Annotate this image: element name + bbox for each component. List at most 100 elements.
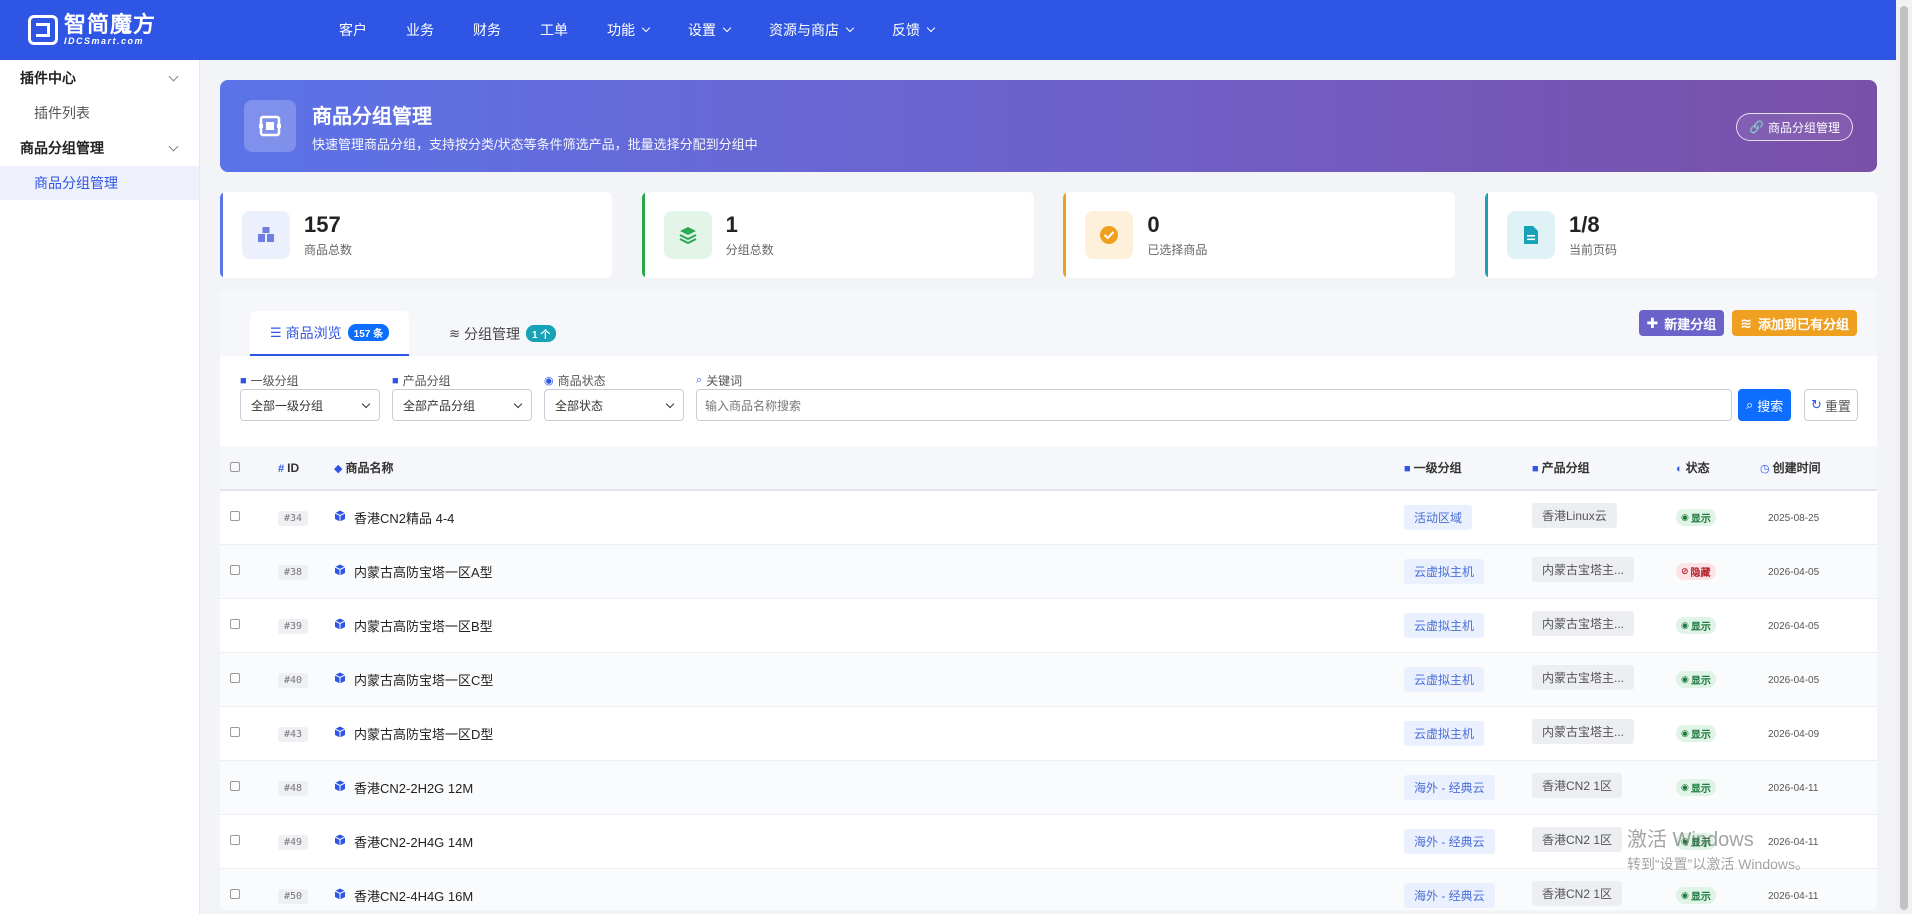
page-header-banner: 商品分组管理 快速管理商品分组，支持按分类/状态等条件筛选产品，批量选择分配到分…	[220, 80, 1877, 172]
table-row[interactable]: #34 香港CN2精品 4-4 活动区域 香港Linux云 ◉ 显示 2025-08-25	[220, 490, 1877, 544]
product-id: #43	[278, 727, 309, 742]
row-checkbox[interactable]	[230, 835, 240, 845]
page-scrollbar[interactable]	[1896, 0, 1912, 914]
sidebar-group-product-groups[interactable]: 商品分组管理	[0, 130, 199, 166]
keyword-search-input[interactable]: 输入商品名称搜索	[696, 389, 1732, 421]
sidebar-item-plugin-list[interactable]: 插件列表	[0, 96, 199, 130]
table-row[interactable]: #48 香港CN2-2H2G 12M 海外 - 经典云 香港CN2 1区 ◉ 显示 2026…	[220, 760, 1877, 814]
table-row[interactable]: #43 内蒙古高防宝塔一区D型 云虚拟主机 内蒙古宝塔主... ◉ 显示 2026-04-0…	[220, 706, 1877, 760]
product-group-tag: 香港CN2 1区	[1532, 827, 1623, 852]
product-group-tag: 内蒙古宝塔主...	[1532, 719, 1635, 744]
stat-card-total-products: 157 商品总数	[220, 192, 612, 278]
table-row[interactable]: #50 香港CN2-4H4G 16M 海外 - 经典云 香港CN2 1区 ◉ 显示 2026…	[220, 868, 1877, 910]
table-row[interactable]: #38 内蒙古高防宝塔一区A型 云虚拟主机 内蒙古宝塔主... ⊘ 隐藏 2026-04-0…	[220, 544, 1877, 598]
status-badge: ◉ 显示	[1676, 724, 1716, 742]
layers-icon: ≋	[1740, 314, 1752, 331]
brand-logo[interactable]: 智简魔方 IDCSmart.com	[28, 13, 328, 47]
cube-icon	[334, 672, 346, 687]
level1-group-tag: 云虚拟主机	[1404, 612, 1485, 638]
col-level1-header[interactable]: ■ 一级分组	[1404, 446, 1532, 490]
tab-browse-products[interactable]: ☰ 商品浏览 157 条	[250, 311, 410, 356]
status-badge: ⊘ 隐藏	[1676, 562, 1716, 580]
check-circle-icon	[1085, 211, 1134, 259]
scrollbar-thumb[interactable]	[1900, 6, 1908, 910]
folder-icon: ■	[1532, 463, 1539, 475]
nav-resources-store[interactable]: 资源与商店	[758, 20, 864, 40]
eye-icon: ◉	[1681, 781, 1689, 792]
filter-label-keyword: ⌕ 关键词	[696, 374, 743, 388]
status-badge: ◉ 显示	[1676, 886, 1716, 904]
row-checkbox[interactable]	[230, 781, 240, 791]
select-all-checkbox[interactable]	[230, 461, 240, 472]
status-badge: ◉ 显示	[1676, 616, 1716, 634]
product-id: #39	[278, 619, 309, 634]
top-navbar: 智简魔方 IDCSmart.com 客户 业务 财务 工单 功能 设置 资源与商…	[0, 0, 1896, 60]
stats-row: 157 商品总数 1 分组总数 0 已选择商品 1/8 当前页码	[220, 192, 1877, 278]
col-status-header[interactable]: ◐ 状态	[1676, 446, 1760, 490]
filter-label-product-group: ■ 产品分组	[392, 374, 451, 388]
product-name: 内蒙古高防宝塔一区A型	[354, 564, 493, 580]
level1-group-tag: 海外 - 经典云	[1404, 882, 1495, 908]
tab-group-management[interactable]: ≋ 分组管理 1 个	[429, 311, 576, 356]
panel-actions: ✚ 新建分组 ≋ 添加到已有分组	[1638, 310, 1857, 336]
nav-customers[interactable]: 客户	[328, 20, 378, 40]
col-name-header[interactable]: ◆ 商品名称	[334, 446, 1404, 490]
page-title: 商品分组管理	[312, 105, 432, 128]
nav-features[interactable]: 功能	[596, 20, 660, 40]
level1-group-select[interactable]: 全部一级分组	[240, 389, 380, 421]
sidebar-group-plugin-center[interactable]: 插件中心	[0, 60, 199, 96]
chevron-down-icon	[722, 23, 732, 33]
created-date: 2026-04-11	[1768, 891, 1819, 902]
stat-label: 已选择商品	[1147, 242, 1208, 257]
brand-domain: IDCSmart.com	[64, 35, 145, 46]
eye-icon: ◉	[544, 375, 554, 387]
add-to-group-button[interactable]: ≋ 添加到已有分组	[1732, 310, 1857, 336]
row-checkbox[interactable]	[230, 673, 240, 683]
product-name: 内蒙古高防宝塔一区B型	[354, 618, 493, 634]
status-badge: ◉ 显示	[1676, 778, 1716, 796]
stat-card-total-groups: 1 分组总数	[641, 192, 1034, 278]
chevron-down-icon	[845, 23, 855, 33]
level1-group-tag: 海外 - 经典云	[1404, 828, 1495, 854]
nav-business[interactable]: 业务	[395, 20, 445, 40]
created-date: 2026-04-05	[1768, 675, 1820, 686]
nav-feedback[interactable]: 反馈	[881, 20, 945, 40]
nav-tickets[interactable]: 工单	[529, 20, 579, 40]
layers-icon	[663, 211, 712, 259]
nav-settings[interactable]: 设置	[677, 20, 741, 40]
row-checkbox[interactable]	[230, 889, 240, 899]
status-select[interactable]: 全部状态	[544, 389, 684, 421]
product-name: 香港CN2精品 4-4	[354, 510, 455, 526]
cube-icon	[334, 888, 346, 903]
eye-icon: ◉	[1681, 889, 1689, 900]
table-row[interactable]: #40 内蒙古高防宝塔一区C型 云虚拟主机 内蒙古宝塔主... ◉ 显示 2026-04-0…	[220, 652, 1877, 706]
col-group-header[interactable]: ■ 产品分组	[1532, 446, 1676, 490]
row-checkbox[interactable]	[230, 727, 240, 737]
cube-icon	[334, 564, 346, 579]
eye-icon: ◉	[1681, 727, 1689, 738]
product-id: #48	[278, 781, 309, 796]
table-row[interactable]: #39 内蒙古高防宝塔一区B型 云虚拟主机 内蒙古宝塔主... ◉ 显示 2026-04-0…	[220, 598, 1877, 652]
eye-icon: ◉	[1681, 511, 1689, 522]
col-id-header[interactable]: # ID	[278, 446, 334, 490]
chevron-down-icon	[641, 23, 651, 33]
sidebar-item-product-group-management[interactable]: 商品分组管理	[0, 166, 199, 200]
boxes-icon	[242, 211, 290, 259]
nav-finance[interactable]: 财务	[462, 20, 512, 40]
stat-label: 分组总数	[725, 242, 774, 257]
product-group-tag: 香港CN2 1区	[1532, 773, 1623, 798]
group-management-link-button[interactable]: 🔗 商品分组管理	[1736, 113, 1853, 141]
row-checkbox[interactable]	[230, 565, 240, 575]
search-button[interactable]: ⌕ 搜索	[1738, 389, 1792, 421]
row-checkbox[interactable]	[230, 511, 240, 522]
row-checkbox[interactable]	[230, 619, 240, 629]
reset-button[interactable]: ↻ 重置	[1804, 389, 1858, 421]
product-id: #38	[278, 565, 309, 580]
product-group-select[interactable]: 全部产品分组	[392, 389, 532, 421]
col-created-header[interactable]: ◷ 创建时间	[1760, 446, 1877, 490]
cube-icon	[334, 780, 346, 795]
product-group-tag: 内蒙古宝塔主...	[1532, 665, 1635, 690]
chevron-down-icon	[926, 23, 936, 33]
new-group-button[interactable]: ✚ 新建分组	[1638, 310, 1725, 336]
product-name: 香港CN2-4H4G 16M	[354, 888, 474, 904]
